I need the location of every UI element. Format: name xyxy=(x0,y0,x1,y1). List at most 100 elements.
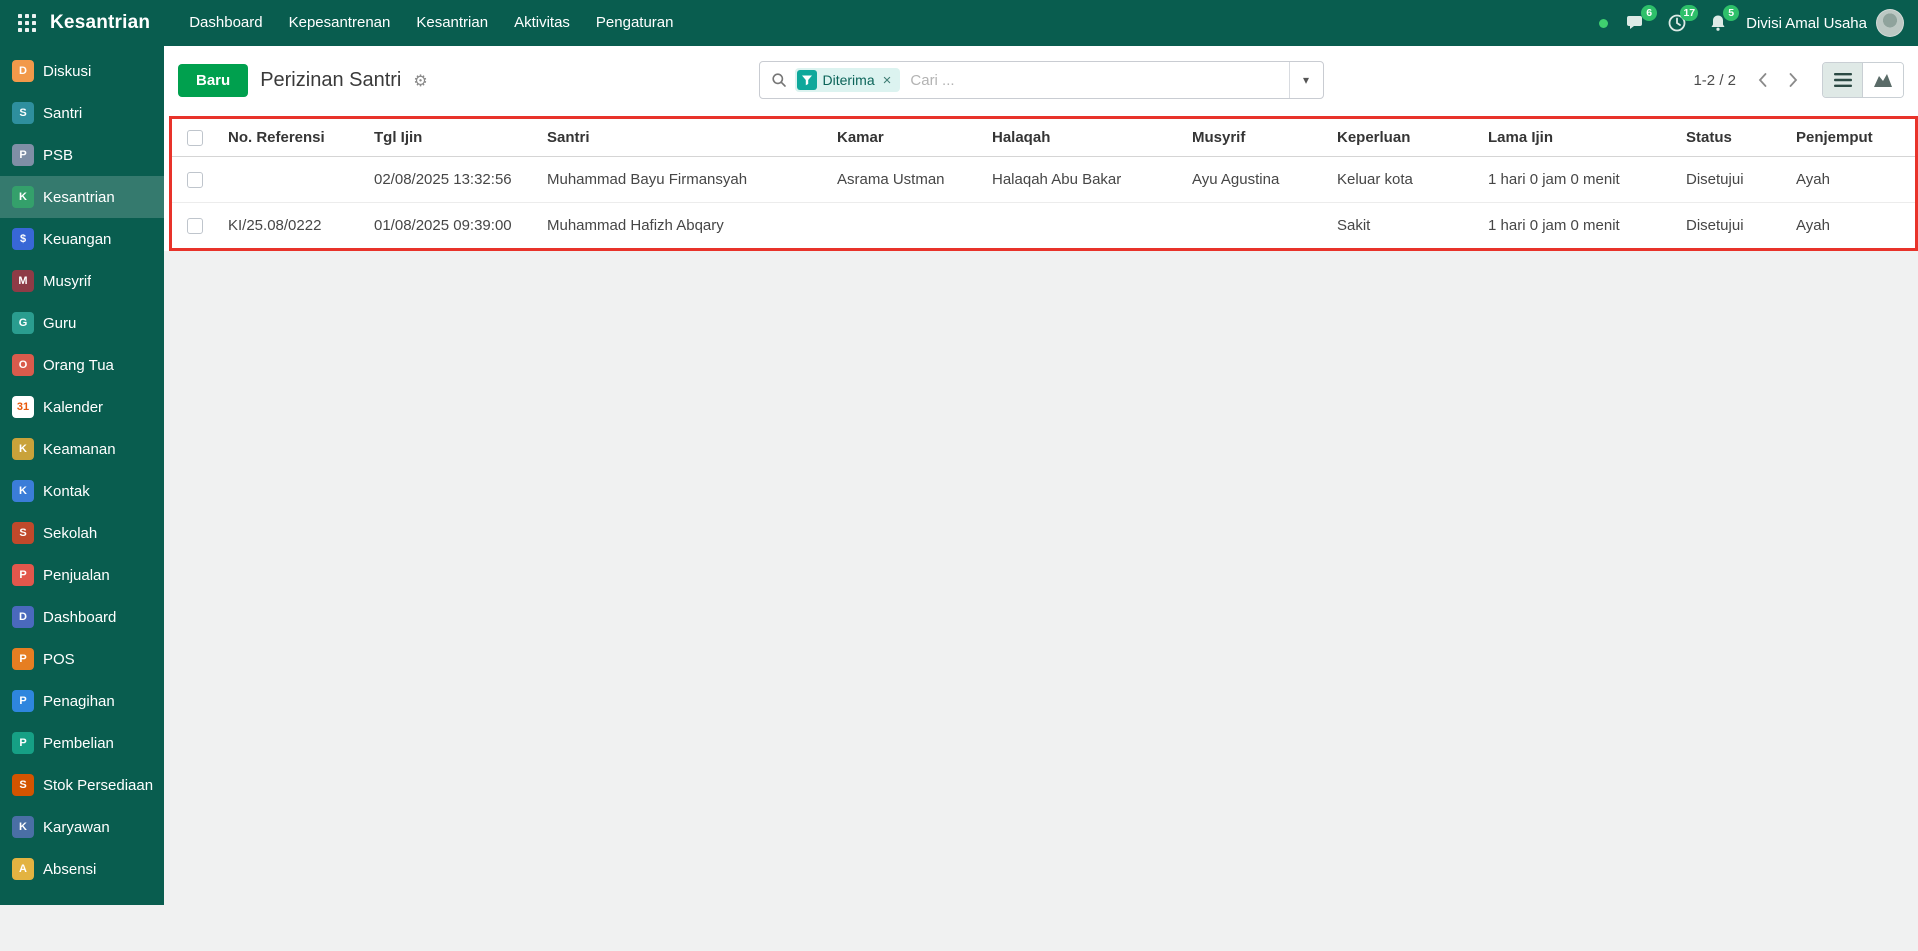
sidebar-item-label: Musyrif xyxy=(43,273,91,290)
search-dropdown-toggle[interactable]: ▾ xyxy=(1289,62,1323,98)
cell-no-referensi: KI/25.08/0222 xyxy=(218,202,364,248)
table-row[interactable]: 02/08/2025 13:32:56Muhammad Bayu Firmans… xyxy=(172,156,1915,202)
column-header-tgl-ijin[interactable]: Tgl Ijin xyxy=(364,119,537,156)
list-view-button[interactable] xyxy=(1823,63,1863,97)
sidebar-item-label: Penagihan xyxy=(43,693,115,710)
pager-counter: 1-2 / 2 xyxy=(1693,72,1736,89)
cell-halaqah: Halaqah Abu Bakar xyxy=(982,156,1182,202)
sidebar-item-penjualan[interactable]: PPenjualan xyxy=(0,554,164,596)
sidebar-item-label: Guru xyxy=(43,315,76,332)
cell-keperluan: Sakit xyxy=(1327,202,1478,248)
sidebar-item-absensi[interactable]: AAbsensi xyxy=(0,848,164,890)
sidebar-item-kontak[interactable]: KKontak xyxy=(0,470,164,512)
sidebar-item-psb[interactable]: PPSB xyxy=(0,134,164,176)
penagihan-app-icon: P xyxy=(12,690,34,712)
table-header-row: No. ReferensiTgl IjinSantriKamarHalaqahM… xyxy=(172,119,1915,156)
sidebar-item-label: PSB xyxy=(43,147,73,164)
navbar-left: Kesantrian DashboardKepesantrenanKesantr… xyxy=(0,0,687,46)
sidebar-item-label: Keamanan xyxy=(43,441,116,458)
sidebar-item-label: Dashboard xyxy=(43,609,116,626)
musyrif-app-icon: M xyxy=(12,270,34,292)
cell-tgl-ijin: 01/08/2025 09:39:00 xyxy=(364,202,537,248)
cell-penjemput: Ayah xyxy=(1786,156,1915,202)
sidebar-item-keuangan[interactable]: $Keuangan xyxy=(0,218,164,260)
sidebar-item-kalender[interactable]: 31Kalender xyxy=(0,386,164,428)
column-header-halaqah[interactable]: Halaqah xyxy=(982,119,1182,156)
sidebar: DDiskusiSSantriPPSBKKesantrian$KeuanganM… xyxy=(0,46,164,905)
control-panel: Baru Perizinan Santri ⚙ xyxy=(164,46,1918,114)
navbar-menu-kepesantrenan[interactable]: Kepesantrenan xyxy=(276,0,404,46)
sidebar-item-santri[interactable]: SSantri xyxy=(0,92,164,134)
cell-musyrif xyxy=(1182,202,1327,248)
column-header-no-referensi[interactable]: No. Referensi xyxy=(218,119,364,156)
cell-tgl-ijin: 02/08/2025 13:32:56 xyxy=(364,156,537,202)
sidebar-item-karyawan[interactable]: KKaryawan xyxy=(0,806,164,848)
sidebar-item-kesantrian[interactable]: KKesantrian xyxy=(0,176,164,218)
sidebar-item-pos[interactable]: PPOS xyxy=(0,638,164,680)
column-header-santri[interactable]: Santri xyxy=(537,119,827,156)
sidebar-item-diskusi[interactable]: DDiskusi xyxy=(0,50,164,92)
row-checkbox[interactable] xyxy=(187,218,203,234)
navbar-menu-aktivitas[interactable]: Aktivitas xyxy=(501,0,583,46)
sidebar-item-penagihan[interactable]: P Penagihan xyxy=(0,680,164,722)
sidebar-menu: DDiskusiSSantriPPSBKKesantrian$KeuanganM… xyxy=(0,50,164,890)
sidebar-item-stok-persediaan[interactable]: SStok Persediaan xyxy=(0,764,164,806)
cell-kamar xyxy=(827,202,982,248)
sidebar-item-label: Karyawan xyxy=(43,819,110,836)
messages-button[interactable]: 6 xyxy=(1623,10,1649,36)
sidebar-item-label: Orang Tua xyxy=(43,357,114,374)
activities-button[interactable]: 17 xyxy=(1664,10,1690,36)
search-input[interactable] xyxy=(908,71,1288,90)
select-all-checkbox[interactable] xyxy=(187,130,203,146)
pager-previous-button[interactable] xyxy=(1750,69,1775,91)
control-panel-left: Baru Perizinan Santri ⚙ xyxy=(164,64,759,97)
column-header-status[interactable]: Status xyxy=(1676,119,1786,156)
user-menu[interactable]: Divisi Amal Usaha xyxy=(1746,9,1904,37)
navbar-menu-dashboard[interactable]: Dashboard xyxy=(176,0,275,46)
cell-no-referensi xyxy=(218,156,364,202)
column-header-lama-ijin[interactable]: Lama Ijin xyxy=(1478,119,1676,156)
sidebar-item-dashboard[interactable]: DDashboard xyxy=(0,596,164,638)
sidebar-item-pembelian[interactable]: PPembelian xyxy=(0,722,164,764)
sidebar-item-sekolah[interactable]: SSekolah xyxy=(0,512,164,554)
navbar-menu-pengaturan[interactable]: Pengaturan xyxy=(583,0,687,46)
table-row[interactable]: KI/25.08/022201/08/2025 09:39:00Muhammad… xyxy=(172,202,1915,248)
sidebar-item-label: Pembelian xyxy=(43,735,114,752)
column-header-kamar[interactable]: Kamar xyxy=(827,119,982,156)
user-avatar xyxy=(1876,9,1904,37)
sidebar-item-label: Stok Persediaan xyxy=(43,777,153,794)
navbar-menus: DashboardKepesantrenanKesantrianAktivita… xyxy=(176,0,686,46)
view-switcher xyxy=(1822,62,1904,98)
navbar-menu-kesantrian[interactable]: Kesantrian xyxy=(403,0,501,46)
annotation-highlight-box: No. ReferensiTgl IjinSantriKamarHalaqahM… xyxy=(169,116,1918,251)
guru-app-icon: G xyxy=(12,312,34,334)
row-checkbox-cell xyxy=(172,156,218,202)
column-header-penjemput[interactable]: Penjemput xyxy=(1786,119,1915,156)
keuangan-app-icon: $ xyxy=(12,228,34,250)
sidebar-item-musyrif[interactable]: M Musyrif xyxy=(0,260,164,302)
cell-musyrif: Ayu Agustina xyxy=(1182,156,1327,202)
row-checkbox[interactable] xyxy=(187,172,203,188)
activities-badge: 17 xyxy=(1680,5,1698,21)
records-table: No. ReferensiTgl IjinSantriKamarHalaqahM… xyxy=(172,119,1915,248)
sidebar-item-guru[interactable]: G Guru xyxy=(0,302,164,344)
diskusi-app-icon: D xyxy=(12,60,34,82)
penjualan-app-icon: P xyxy=(12,564,34,586)
pager-next-button[interactable] xyxy=(1781,69,1806,91)
column-header-musyrif[interactable]: Musyrif xyxy=(1182,119,1327,156)
sidebar-item-keamanan[interactable]: KKeamanan xyxy=(0,428,164,470)
column-header-keperluan[interactable]: Keperluan xyxy=(1327,119,1478,156)
kalender-app-icon: 31 xyxy=(12,396,34,418)
navbar: Kesantrian DashboardKepesantrenanKesantr… xyxy=(0,0,1918,46)
chevron-left-icon xyxy=(1758,73,1767,87)
new-record-button[interactable]: Baru xyxy=(178,64,248,97)
notifications-button[interactable]: 5 xyxy=(1705,10,1731,36)
orang-tua-app-icon: O xyxy=(12,354,34,376)
apps-grid-icon[interactable] xyxy=(12,8,42,38)
filter-facet-close-icon[interactable]: × xyxy=(881,73,894,88)
cell-lama-ijin: 1 hari 0 jam 0 menit xyxy=(1478,156,1676,202)
settings-gear-icon[interactable]: ⚙ xyxy=(413,71,427,90)
sidebar-item-orang-tua[interactable]: O Orang Tua xyxy=(0,344,164,386)
cell-penjemput: Ayah xyxy=(1786,202,1915,248)
chart-view-button[interactable] xyxy=(1863,63,1903,97)
